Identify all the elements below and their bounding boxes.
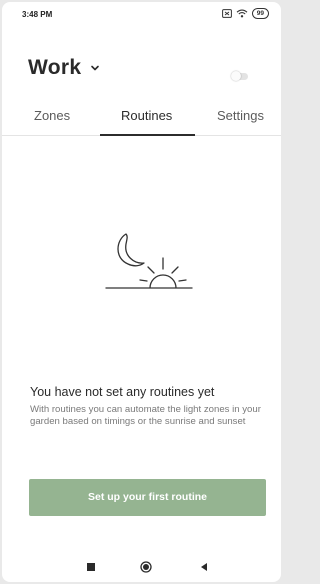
- navigation-bar: [2, 558, 281, 582]
- chevron-down-icon: [91, 65, 100, 71]
- toggle-knob: [231, 71, 241, 81]
- power-toggle[interactable]: [231, 71, 249, 81]
- empty-state-description: With routines you can automate the light…: [30, 404, 261, 427]
- sim-icon: [221, 9, 232, 18]
- status-bar: 3:48 PM 99: [2, 2, 281, 28]
- status-icons: 99: [221, 8, 269, 19]
- location-title: Work: [28, 56, 82, 79]
- tab-settings[interactable]: Settings: [217, 108, 264, 123]
- moon-and-sunrise-icon: [105, 233, 193, 289]
- back-triangle-icon[interactable]: [199, 562, 209, 572]
- tab-routines[interactable]: Routines: [121, 108, 172, 123]
- tab-zones[interactable]: Zones: [34, 108, 70, 123]
- header: Work: [2, 28, 281, 102]
- tab-bar: Zones Routines Settings: [2, 102, 281, 136]
- home-circle-icon[interactable]: [140, 561, 152, 573]
- setup-routine-button[interactable]: Set up your first routine: [29, 479, 266, 516]
- active-tab-indicator: [100, 134, 195, 136]
- wifi-icon: [236, 9, 248, 18]
- location-selector[interactable]: Work: [28, 56, 101, 80]
- battery-icon: 99: [251, 8, 269, 19]
- status-time: 3:48 PM: [22, 10, 53, 19]
- empty-state-title: You have not set any routines yet: [30, 385, 215, 399]
- phone-screen: 3:48 PM 99 Work Zones Routines Settings …: [2, 2, 281, 582]
- recents-square-icon[interactable]: [86, 562, 96, 572]
